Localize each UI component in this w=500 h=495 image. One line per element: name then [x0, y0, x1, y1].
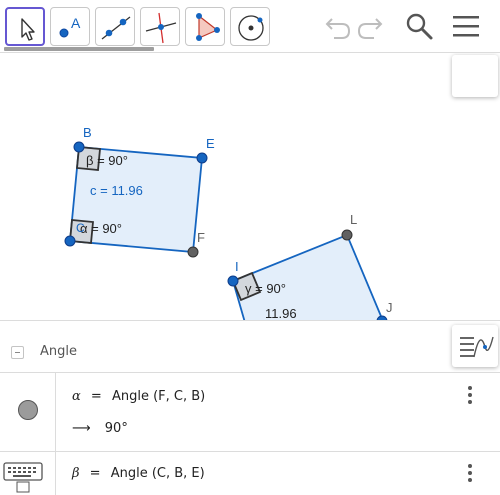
graphics-style-bar-button[interactable]	[452, 55, 498, 97]
point-i[interactable]	[227, 275, 239, 287]
redo-button[interactable]	[354, 8, 390, 44]
algebra-style-icon	[460, 336, 494, 358]
segment-label-2: 11.96	[265, 306, 297, 320]
move-tool-button[interactable]	[5, 7, 45, 46]
alpha-command: Angle (F, C, B)	[111, 389, 206, 404]
alpha-value: 90°	[104, 421, 128, 436]
algebra-style-bar-button[interactable]	[452, 325, 498, 367]
line-icon	[101, 16, 131, 40]
toolbar-scrollbar[interactable]	[4, 47, 154, 51]
line-tool-button[interactable]	[95, 7, 135, 46]
search-icon	[406, 13, 433, 40]
beta-command: Angle (C, B, E)	[110, 466, 205, 481]
point-i-label: I	[235, 259, 239, 274]
search-button[interactable]	[401, 8, 437, 44]
point-f[interactable]	[187, 246, 199, 258]
point-e[interactable]	[196, 152, 208, 164]
toolbar: A	[0, 0, 500, 52]
algebra-view: Angle α = Angle (F, C, B) ⟶ 90° β = Angl…	[0, 320, 500, 495]
graphics-view[interactable]: β = 90° α = 90° c = 11.96 B E C F γ = 90…	[0, 53, 500, 320]
menu-icon	[453, 16, 479, 37]
point-tool-letter: A	[71, 15, 81, 31]
point-c-label: C	[76, 221, 85, 235]
point-f-label: F	[197, 230, 205, 245]
point-c[interactable]	[64, 235, 76, 247]
equals-sign: =	[90, 389, 102, 404]
algebra-row-alpha[interactable]: α = Angle (F, C, B) ⟶ 90°	[0, 373, 500, 452]
algebra-row-beta[interactable]: β = Angle (C, B, E)	[0, 452, 500, 495]
row-marker	[0, 373, 56, 451]
keyboard-button[interactable]	[0, 459, 48, 495]
algebra-group-header: Angle	[0, 321, 500, 373]
group-title: Angle	[40, 344, 77, 359]
equals-sign: =	[89, 466, 101, 481]
more-options-icon[interactable]	[468, 386, 472, 407]
point-tool-button[interactable]: A	[50, 7, 90, 46]
redo-icon	[357, 18, 383, 39]
polygon-tool-button[interactable]	[185, 7, 225, 46]
point-icon: A	[59, 15, 81, 38]
angle-alpha-label: α = 90°	[80, 221, 122, 236]
undo-button[interactable]	[318, 8, 354, 44]
collapse-group-button[interactable]	[11, 346, 24, 359]
perpendicular-line-tool-button[interactable]	[140, 7, 180, 46]
beta-name: β	[72, 466, 80, 481]
point-e-label: E	[206, 136, 215, 151]
beta-definition[interactable]: β = Angle (C, B, E)	[72, 466, 205, 481]
visibility-toggle-dot[interactable]	[18, 400, 38, 420]
arrow-icon: ⟶	[72, 421, 91, 436]
point-l-label: L	[350, 212, 357, 227]
cursor-icon	[21, 18, 35, 41]
menu-button[interactable]	[448, 8, 484, 44]
alpha-definition[interactable]: α = Angle (F, C, B)	[72, 389, 205, 404]
alpha-name: α	[72, 389, 81, 404]
segment-c-label: c = 11.96	[90, 183, 143, 198]
more-options-icon[interactable]	[468, 464, 472, 485]
keyboard-icon	[3, 462, 43, 493]
point-b-label: B	[83, 125, 92, 140]
undo-icon	[325, 18, 351, 39]
polygon-ijl[interactable]	[231, 233, 384, 320]
point-l[interactable]	[341, 229, 353, 241]
alpha-result: ⟶ 90°	[72, 421, 128, 436]
angle-beta-label: β = 90°	[86, 153, 128, 168]
polygon-icon	[196, 13, 220, 41]
angle-gamma-label: γ = 90°	[245, 281, 286, 296]
point-j-label: J	[386, 300, 393, 315]
circle-tool-button[interactable]	[230, 7, 270, 46]
point-b[interactable]	[73, 141, 85, 153]
perpendicular-line-icon	[145, 12, 177, 44]
circle-icon	[238, 15, 264, 41]
